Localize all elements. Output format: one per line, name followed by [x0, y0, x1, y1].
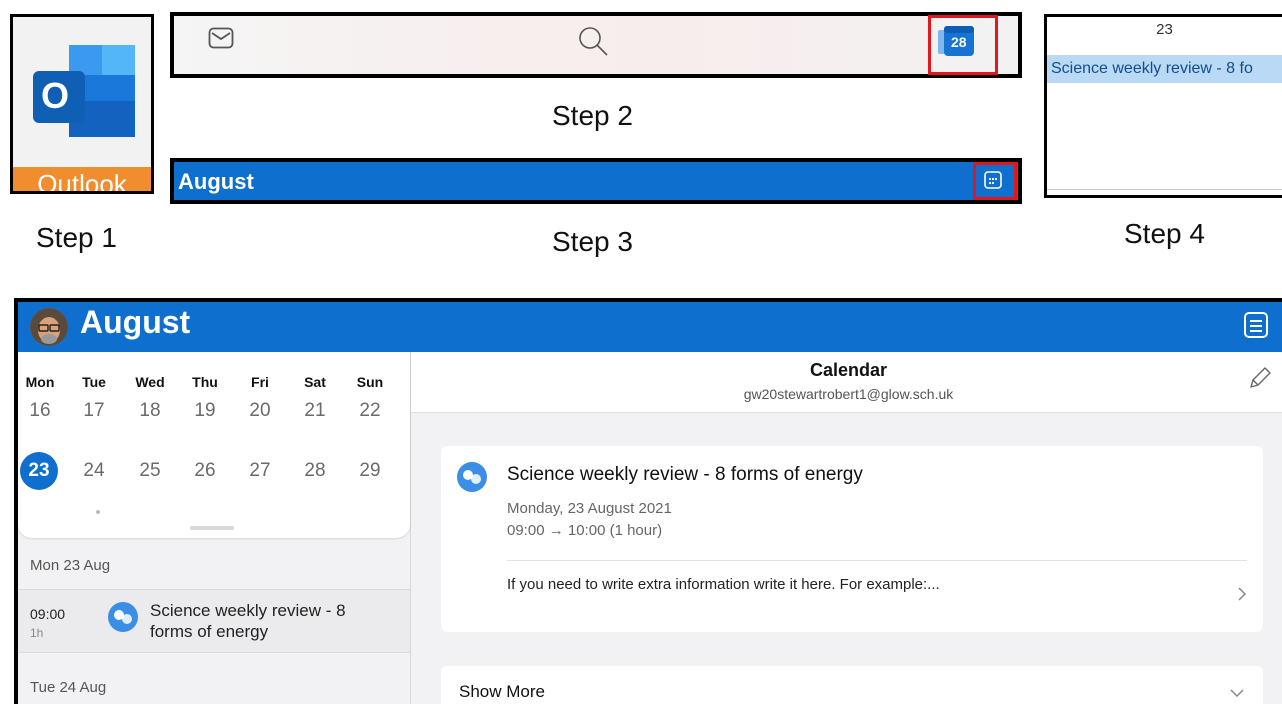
- event-title: Science weekly review - 8 forms of energ…: [507, 464, 863, 485]
- agenda-event-time: 09:00: [30, 606, 66, 622]
- preview-divider: [1047, 189, 1282, 190]
- agenda-day-header: Tue 24 Aug: [30, 679, 107, 696]
- weekday-tue: Tue: [82, 374, 106, 390]
- search-icon[interactable]: [576, 24, 610, 58]
- app-name-label: Outlook: [13, 167, 151, 191]
- calendar-name: Calendar: [809, 360, 888, 380]
- event-detail-pane: Calendar gw20stewartrobert1@glow.sch.uk …: [411, 352, 1282, 704]
- agenda-event-duration: 1h: [30, 626, 44, 640]
- event-card[interactable]: Science weekly review - 8 forms of energ…: [441, 446, 1263, 632]
- weekday-sun: Sun: [356, 374, 384, 390]
- calendar-sidebar: Mon Tue Wed Thu Fri Sat Sun 16 17 18 19 …: [18, 352, 411, 704]
- edit-pencil-icon[interactable]: [1246, 366, 1272, 392]
- weekday-mon: Mon: [25, 374, 55, 390]
- event-notes[interactable]: If you need to write extra information w…: [507, 576, 940, 593]
- event-dot: [96, 510, 100, 514]
- chevron-down-icon[interactable]: [1229, 688, 1245, 698]
- weekday-wed: Wed: [135, 374, 165, 390]
- chevron-right-icon[interactable]: [1237, 586, 1247, 602]
- calendar-email: gw20stewartrobert1@glow.sch.uk: [743, 386, 954, 402]
- avatar[interactable]: [30, 308, 68, 346]
- detail-header: Calendar gw20stewartrobert1@glow.sch.uk: [411, 352, 1282, 413]
- mini-calendar: Mon Tue Wed Thu Fri Sat Sun 16 17 18 19 …: [18, 352, 410, 538]
- day-17[interactable]: 17: [74, 400, 114, 422]
- teams-meeting-icon: [457, 462, 487, 492]
- preview-day-number: 23: [1156, 21, 1173, 38]
- day-20[interactable]: 20: [240, 400, 280, 422]
- preview-event-bar[interactable]: Science weekly review - 8 fo: [1047, 55, 1282, 83]
- agenda-event-title: Science weekly review - 8 forms of energ…: [150, 601, 346, 641]
- event-time: 09:00 → 10:00 (1 hour): [507, 522, 663, 539]
- day-26[interactable]: 26: [185, 460, 225, 482]
- avatar-face-icon: [30, 308, 68, 346]
- day-16[interactable]: 16: [20, 400, 60, 422]
- agenda-event-item[interactable]: 09:00 1h Science weekly review - 8 forms…: [18, 590, 410, 652]
- step3-caption: Step 3: [552, 226, 633, 257]
- day-23-selected[interactable]: 23: [19, 460, 59, 482]
- step3-header-bar: August: [170, 158, 1022, 204]
- drag-handle[interactable]: [190, 526, 234, 530]
- day-29[interactable]: 29: [350, 460, 390, 482]
- show-more-label: Show More: [459, 682, 545, 701]
- outlook-calendar-screen: August Mon Tue Wed Thu Fri Sat Sun 16 17…: [14, 298, 1282, 704]
- divider: [507, 560, 1247, 561]
- page-title: August: [80, 304, 191, 340]
- day-25[interactable]: 25: [130, 460, 170, 482]
- day-18[interactable]: 18: [130, 400, 170, 422]
- weekday-thu: Thu: [192, 374, 218, 390]
- day-27[interactable]: 27: [240, 460, 280, 482]
- day-28[interactable]: 28: [295, 460, 335, 482]
- step1-caption: Step 1: [36, 222, 117, 253]
- weekday-fri: Fri: [251, 374, 269, 390]
- teams-meeting-icon: [108, 602, 138, 632]
- step2-caption: Step 2: [552, 100, 633, 131]
- outlook-logo-letter: O: [41, 75, 70, 116]
- weekday-sat: Sat: [304, 374, 326, 390]
- list-view-icon[interactable]: [1244, 312, 1268, 338]
- step4-event-preview: 23 Science weekly review - 8 fo: [1044, 14, 1282, 198]
- day-22[interactable]: 22: [350, 400, 390, 422]
- day-21[interactable]: 21: [295, 400, 335, 422]
- mail-icon[interactable]: [208, 27, 234, 49]
- calendar-highlight-box: [928, 15, 998, 75]
- outlook-app-icon[interactable]: O Outlook: [10, 14, 154, 194]
- grid-highlight-box: [973, 162, 1017, 200]
- day-19[interactable]: 19: [185, 400, 225, 422]
- show-more-card[interactable]: Show More: [441, 666, 1263, 704]
- divider: [18, 652, 410, 653]
- event-date: Monday, 23 August 2021: [507, 500, 672, 517]
- day-24[interactable]: 24: [74, 460, 114, 482]
- agenda-day-header: Mon 23 Aug: [30, 557, 111, 574]
- step2-tab-bar: 28: [170, 12, 1022, 78]
- month-title: August: [178, 169, 254, 194]
- app-header: August: [18, 302, 1282, 352]
- step4-caption: Step 4: [1124, 218, 1205, 249]
